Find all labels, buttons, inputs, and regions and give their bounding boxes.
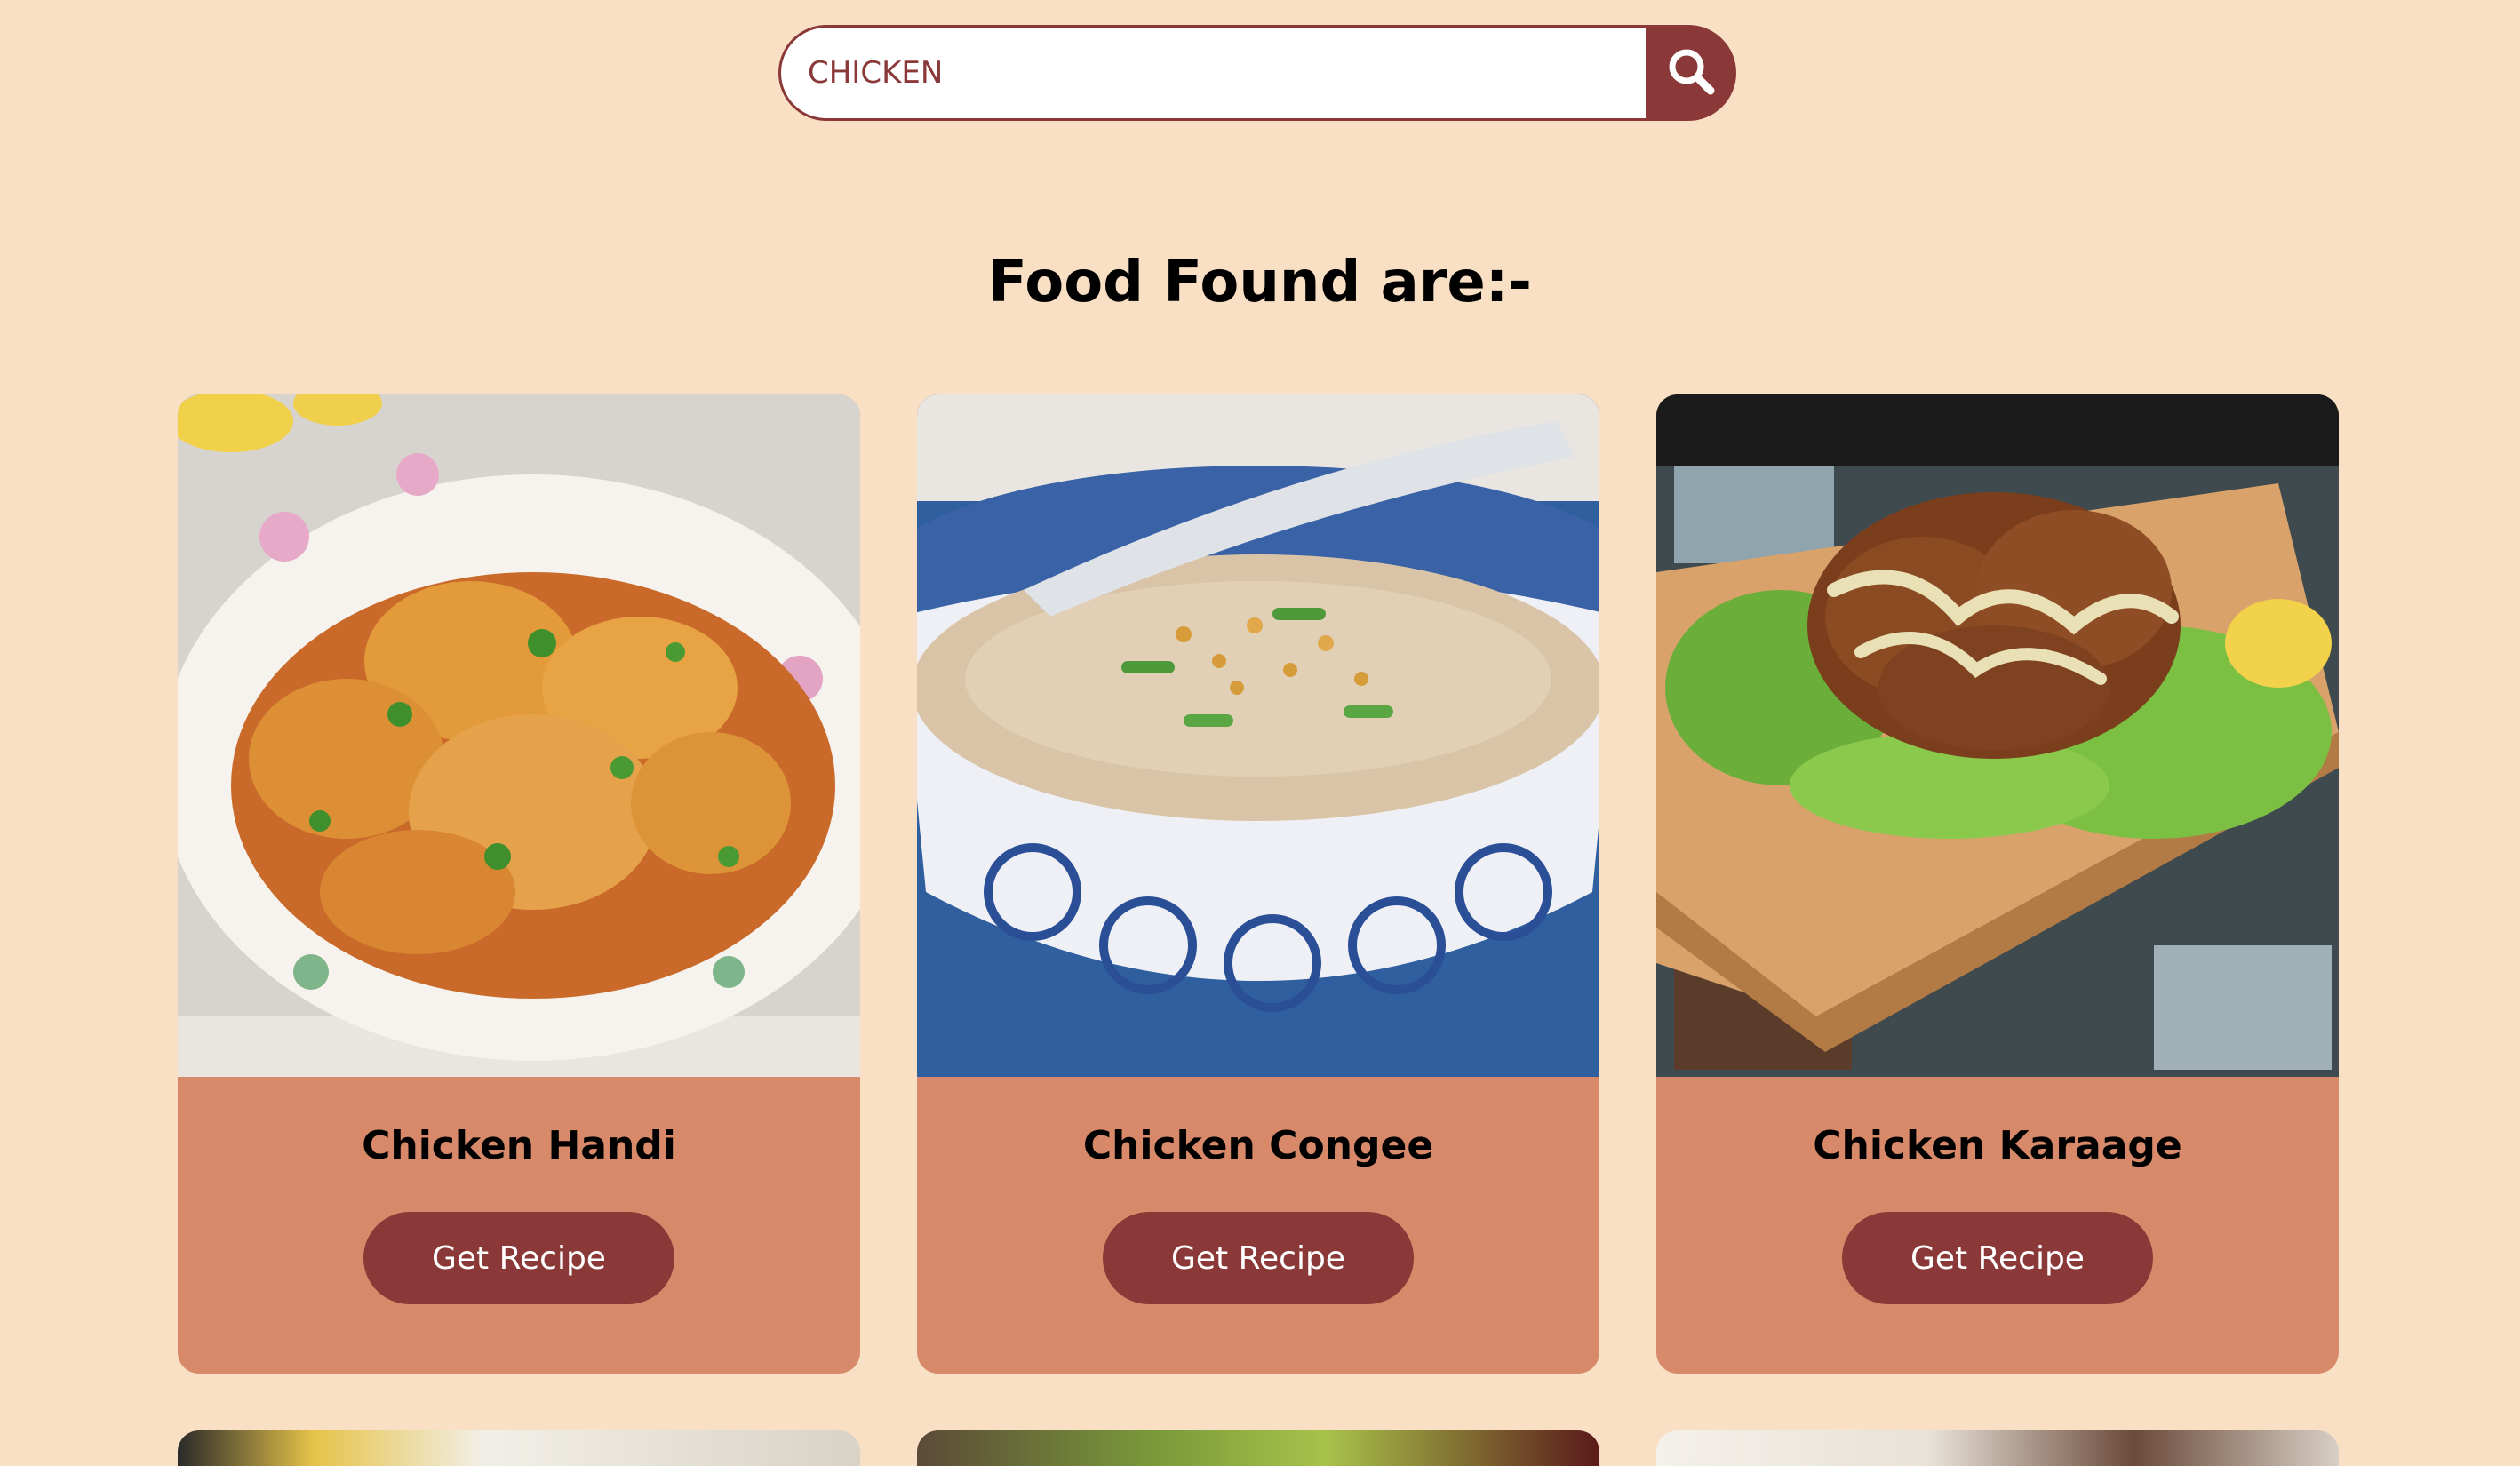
get-recipe-button[interactable]: Get Recipe [1842, 1212, 2153, 1304]
chicken-congee-image [917, 394, 1599, 1077]
search-button[interactable] [1646, 25, 1736, 121]
search-bar [778, 25, 1736, 121]
get-recipe-button[interactable]: Get Recipe [1103, 1212, 1414, 1304]
recipe-title: Chicken Congee [1082, 1123, 1434, 1168]
recipe-card: Chicken Karaage Get Recipe [1656, 394, 2339, 1374]
recipe-card: Chicken Handi Get Recipe [178, 394, 860, 1374]
page-title: Food Found are:- [988, 250, 1532, 315]
search-input[interactable] [778, 25, 1646, 121]
recipe-card: Chicken Congee Get Recipe [917, 394, 1599, 1374]
chicken-handi-image [178, 394, 860, 1077]
recipe-card-partial [1656, 1430, 2339, 1466]
recipe-card-partial [178, 1430, 860, 1466]
chicken-karaage-image [1656, 394, 2339, 1077]
recipe-title: Chicken Handi [362, 1123, 676, 1168]
recipe-title: Chicken Karaage [1813, 1123, 2182, 1168]
search-icon [1664, 44, 1718, 101]
get-recipe-button[interactable]: Get Recipe [363, 1212, 674, 1304]
recipe-card-partial [917, 1430, 1599, 1466]
